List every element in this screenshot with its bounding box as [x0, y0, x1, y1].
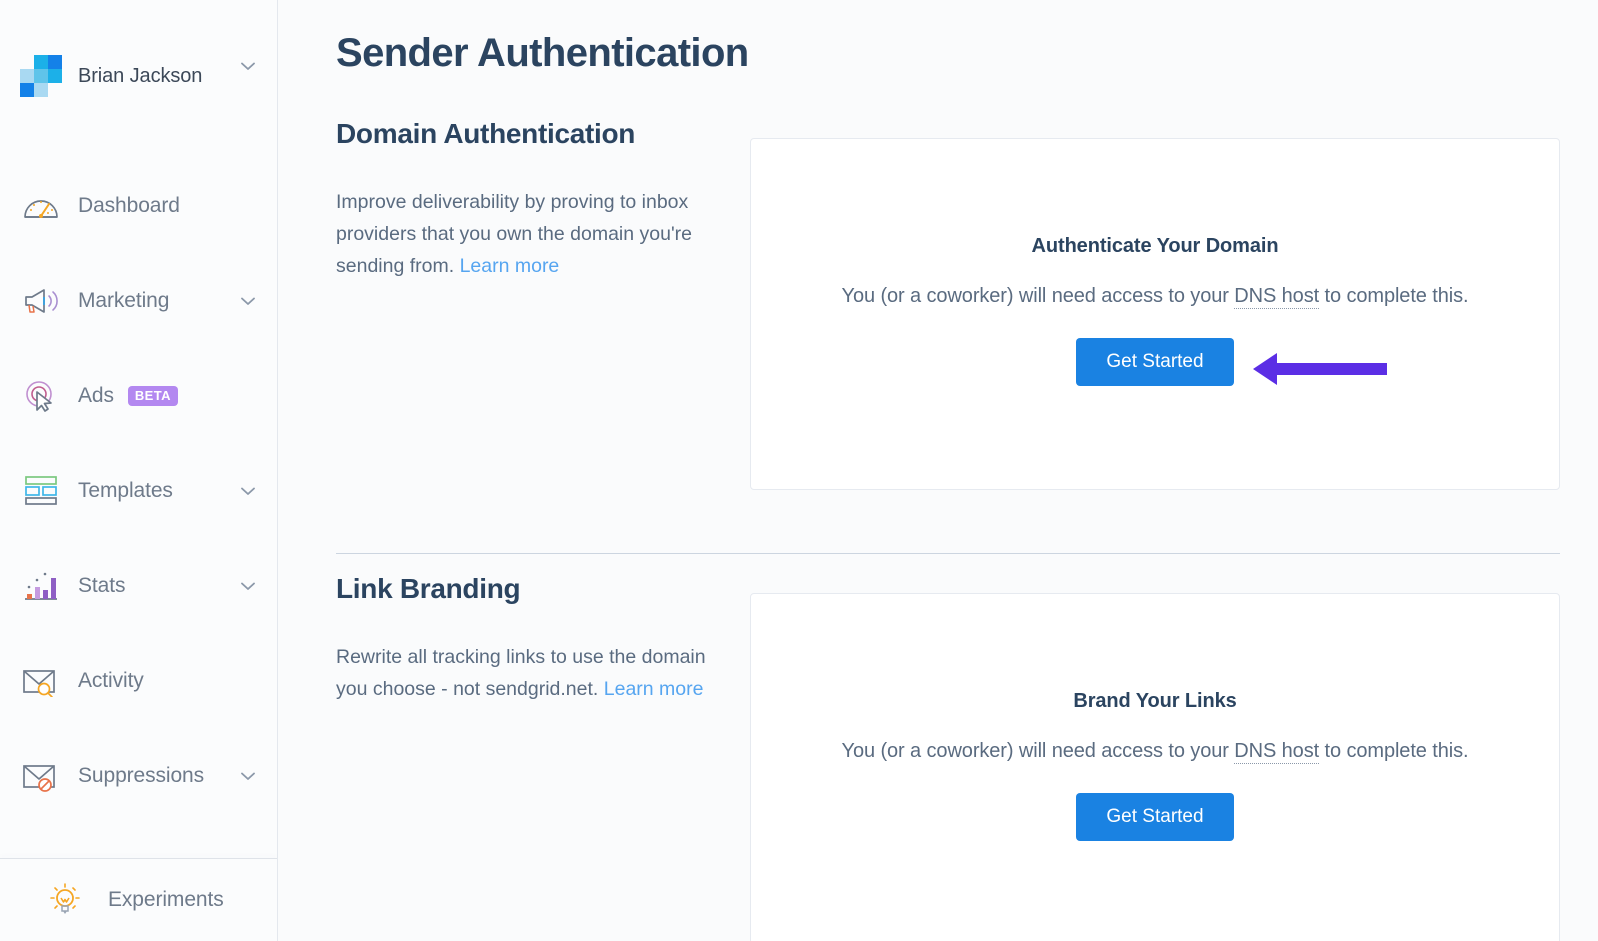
- status-badge-beta: BETA: [127, 385, 178, 406]
- template-grid-icon: [20, 472, 62, 510]
- sidebar-item-suppressions[interactable]: Suppressions: [0, 728, 277, 823]
- sidebar-item-activity[interactable]: Activity: [0, 633, 277, 728]
- account-name: Brian Jackson: [78, 64, 203, 87]
- chevron-down-icon[interactable]: [241, 297, 255, 306]
- card-subtitle-before: You (or a coworker) will need access to …: [841, 740, 1235, 762]
- card-authenticate-domain: Authenticate Your Domain You (or a cowor…: [750, 138, 1560, 490]
- card-title: Brand Your Links: [1073, 690, 1237, 712]
- card-subtitle-before: You (or a coworker) will need access to …: [841, 285, 1235, 307]
- section-text-link: Link Branding Rewrite all tracking links…: [336, 573, 736, 705]
- sidebar-item-label: Marketing: [78, 288, 170, 312]
- learn-more-link[interactable]: Learn more: [460, 255, 560, 277]
- cursor-target-icon: [20, 377, 62, 415]
- sidebar-item-label: Dashboard: [78, 193, 180, 217]
- sidebar-nav: Dashboard Marketing Ads BETA Templates S…: [0, 158, 277, 823]
- get-started-button-domain[interactable]: Get Started: [1076, 338, 1234, 386]
- dns-host-tooltip-term[interactable]: DNS host: [1234, 740, 1319, 764]
- get-started-button-link[interactable]: Get Started: [1076, 793, 1234, 841]
- section-description: Improve deliverability by proving to inb…: [336, 186, 736, 282]
- sidebar-item-label: Ads: [78, 383, 114, 407]
- page-title: Sender Authentication: [336, 31, 749, 75]
- chevron-down-icon[interactable]: [241, 772, 255, 781]
- account-switcher[interactable]: Brian Jackson: [0, 0, 277, 97]
- sidebar-item-dashboard[interactable]: Dashboard: [0, 158, 277, 253]
- sidebar-item-stats[interactable]: Stats: [0, 538, 277, 633]
- sidebar-item-label: Experiments: [108, 888, 224, 911]
- megaphone-icon: [20, 282, 62, 320]
- sidebar-item-experiments[interactable]: Experiments: [0, 859, 277, 941]
- envelope-search-icon: [20, 662, 62, 700]
- card-subtitle-after: to complete this.: [1319, 740, 1469, 762]
- sidebar-item-label: Suppressions: [78, 763, 205, 787]
- sidebar-item-marketing[interactable]: Marketing: [0, 253, 277, 348]
- section-title: Link Branding: [336, 573, 521, 604]
- card-subtitle-after: to complete this.: [1319, 285, 1469, 307]
- sidebar: Brian Jackson Dashboard Marketing Ads BE…: [0, 0, 278, 941]
- lightbulb-icon: [44, 881, 86, 919]
- chevron-down-icon[interactable]: [241, 62, 255, 71]
- speedometer-icon: [20, 187, 62, 225]
- card-brand-your-links: Brand Your Links You (or a coworker) wil…: [750, 593, 1560, 941]
- section-text-domain: Domain Authentication Improve deliverabi…: [336, 118, 736, 282]
- sendgrid-mosaic-logo-icon: [20, 55, 62, 97]
- section-title: Domain Authentication: [336, 118, 636, 149]
- sidebar-item-label: Stats: [78, 573, 126, 597]
- sidebar-item-label: Templates: [78, 478, 173, 502]
- section-divider: [336, 553, 1560, 554]
- learn-more-link[interactable]: Learn more: [604, 678, 704, 700]
- sidebar-item-label: Activity: [78, 668, 144, 692]
- section-description: Rewrite all tracking links to use the do…: [336, 641, 736, 705]
- app-root: Brian Jackson Dashboard Marketing Ads BE…: [0, 0, 1598, 941]
- envelope-block-icon: [20, 757, 62, 795]
- dns-host-tooltip-term[interactable]: DNS host: [1234, 285, 1319, 309]
- bar-chart-icon: [20, 567, 62, 605]
- card-title: Authenticate Your Domain: [1031, 235, 1279, 257]
- card-subtitle: You (or a coworker) will need access to …: [751, 285, 1559, 309]
- chevron-down-icon[interactable]: [241, 582, 255, 591]
- card-subtitle: You (or a coworker) will need access to …: [751, 740, 1559, 764]
- chevron-down-icon[interactable]: [241, 487, 255, 496]
- sidebar-item-templates[interactable]: Templates: [0, 443, 277, 538]
- main-content: Sender Authentication Domain Authenticat…: [278, 0, 1598, 941]
- sidebar-item-ads[interactable]: Ads BETA: [0, 348, 277, 443]
